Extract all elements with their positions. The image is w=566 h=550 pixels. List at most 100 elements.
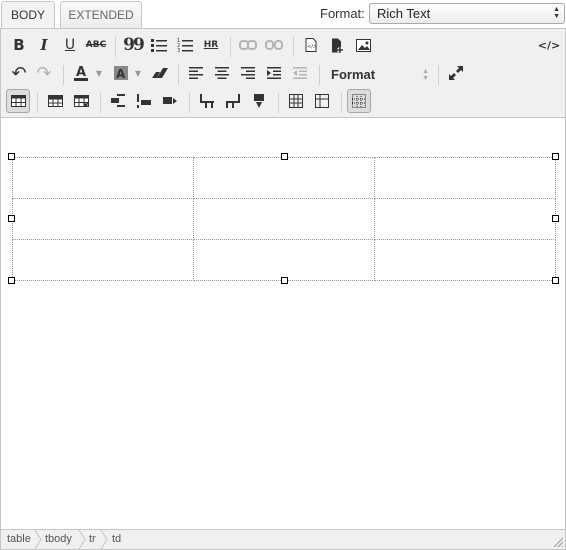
content-table[interactable] bbox=[12, 157, 556, 281]
fullscreen-button[interactable] bbox=[444, 61, 468, 85]
delete-table-button[interactable] bbox=[69, 89, 93, 113]
format-dropdown-label: Format bbox=[331, 67, 376, 82]
unlink-button[interactable] bbox=[262, 33, 286, 57]
align-left-button[interactable] bbox=[184, 61, 208, 85]
table-properties-button[interactable] bbox=[43, 89, 67, 113]
redo-icon: ↷ bbox=[36, 62, 52, 84]
source-code-button[interactable]: </> bbox=[536, 33, 562, 57]
background-color-button[interactable]: A bbox=[109, 61, 133, 85]
breadcrumb-table[interactable]: table bbox=[7, 533, 31, 545]
bold-button[interactable]: B bbox=[7, 33, 31, 57]
resize-handle[interactable] bbox=[8, 215, 15, 222]
cell-properties-button[interactable] bbox=[106, 89, 130, 113]
merge-cells-button[interactable] bbox=[132, 89, 156, 113]
insert-image-button[interactable] bbox=[351, 33, 375, 57]
breadcrumb-separator-icon bbox=[100, 530, 108, 549]
text-color-button[interactable]: A bbox=[69, 61, 93, 85]
code-file-icon: </> bbox=[305, 38, 317, 52]
format-dropdown[interactable]: Format ▲ ▼ bbox=[325, 63, 435, 87]
insert-column-button[interactable] bbox=[284, 89, 308, 113]
table-cell[interactable] bbox=[193, 198, 375, 240]
toolbar-separator bbox=[115, 37, 116, 57]
code-file-button[interactable]: </> bbox=[299, 33, 323, 57]
editor-content-area[interactable] bbox=[1, 118, 565, 529]
text-color-dropdown-button[interactable]: ▼ bbox=[92, 61, 106, 85]
table-cell[interactable] bbox=[374, 198, 556, 240]
background-color-dropdown-button[interactable]: ▼ bbox=[131, 61, 145, 85]
table-cell[interactable] bbox=[374, 239, 556, 281]
editor-toolbar: B I U ABC 99 123 HR </> </> ↶ ↷ A ▼ A ▼ … bbox=[1, 29, 565, 118]
blockquote-button[interactable]: 99 bbox=[121, 33, 145, 57]
align-center-button[interactable] bbox=[210, 61, 234, 85]
split-cells-button[interactable] bbox=[158, 89, 182, 113]
indent-button[interactable] bbox=[262, 61, 286, 85]
text-color-icon: A bbox=[74, 65, 88, 81]
outdent-icon bbox=[293, 67, 307, 79]
resize-handle[interactable] bbox=[552, 215, 559, 222]
grid-icon bbox=[289, 94, 303, 108]
align-right-button[interactable] bbox=[236, 61, 260, 85]
resize-grip-icon[interactable] bbox=[552, 536, 564, 548]
tab-body[interactable]: BODY bbox=[1, 1, 55, 30]
image-icon bbox=[355, 38, 371, 52]
eraser-icon bbox=[152, 68, 168, 78]
breadcrumb-tbody[interactable]: tbody bbox=[45, 533, 72, 545]
italic-button[interactable]: I bbox=[32, 33, 56, 57]
align-left-icon bbox=[189, 67, 203, 79]
toolbar-separator bbox=[230, 37, 231, 57]
tab-extended[interactable]: EXTENDED bbox=[60, 1, 142, 29]
numbered-list-button[interactable]: 123 bbox=[173, 33, 197, 57]
undo-button[interactable]: ↶ bbox=[7, 61, 31, 85]
redo-button[interactable]: ↷ bbox=[32, 61, 56, 85]
svg-text:A: A bbox=[76, 65, 86, 80]
table-cell[interactable] bbox=[12, 239, 194, 281]
unlink-icon bbox=[265, 40, 283, 50]
tab-bar: BODY EXTENDED Format: Rich Text ▲ ▼ bbox=[0, 0, 566, 30]
breadcrumb-tr[interactable]: tr bbox=[89, 533, 96, 545]
horizontal-rule-button[interactable]: HR bbox=[199, 33, 223, 57]
table-row bbox=[12, 239, 556, 281]
format-select[interactable]: Rich Text ▲ ▼ bbox=[369, 3, 565, 24]
insert-row-after-button[interactable] bbox=[221, 89, 245, 113]
link-icon bbox=[239, 40, 257, 50]
link-button[interactable] bbox=[236, 33, 260, 57]
outdent-button[interactable] bbox=[288, 61, 312, 85]
resize-handle[interactable] bbox=[552, 153, 559, 160]
cell-properties-icon bbox=[111, 94, 125, 107]
clear-formatting-button[interactable] bbox=[148, 61, 172, 85]
table-cell[interactable] bbox=[12, 198, 194, 240]
bullet-list-icon bbox=[151, 39, 167, 52]
toolbar-row-1: B I U ABC 99 123 HR </> </> bbox=[1, 33, 565, 61]
fullscreen-icon bbox=[449, 66, 463, 80]
resize-handle[interactable] bbox=[8, 277, 15, 284]
table-cell[interactable] bbox=[12, 157, 194, 199]
table-button[interactable] bbox=[6, 89, 30, 113]
caret-down-icon: ▼ bbox=[95, 68, 103, 78]
table-properties-icon bbox=[47, 95, 63, 107]
table-cell[interactable] bbox=[374, 157, 556, 199]
table-cell[interactable] bbox=[193, 157, 375, 199]
underline-button[interactable]: U bbox=[58, 33, 82, 57]
undo-icon: ↶ bbox=[11, 62, 27, 84]
new-document-button[interactable] bbox=[325, 33, 349, 57]
insert-row-before-button[interactable] bbox=[195, 89, 219, 113]
resize-handle[interactable] bbox=[8, 153, 15, 160]
table-cell[interactable] bbox=[193, 239, 375, 281]
strikethrough-button[interactable]: ABC bbox=[84, 33, 108, 57]
delete-table-icon bbox=[73, 95, 89, 107]
breadcrumb-td[interactable]: td bbox=[112, 533, 121, 545]
bullet-list-button[interactable] bbox=[147, 33, 171, 57]
toolbar-separator bbox=[100, 93, 101, 113]
rich-text-editor: B I U ABC 99 123 HR </> </> ↶ ↷ A ▼ A ▼ … bbox=[0, 28, 566, 550]
insert-row-after-icon bbox=[226, 94, 240, 108]
background-color-icon: A bbox=[114, 66, 128, 80]
toolbar-row-3 bbox=[1, 89, 565, 117]
table-row bbox=[12, 198, 556, 240]
table-row bbox=[12, 157, 556, 199]
resize-handle[interactable] bbox=[281, 277, 288, 284]
show-blocks-button[interactable] bbox=[347, 89, 371, 113]
delete-column-button[interactable] bbox=[310, 89, 334, 113]
resize-handle[interactable] bbox=[281, 153, 288, 160]
delete-row-button[interactable] bbox=[247, 89, 271, 113]
resize-handle[interactable] bbox=[552, 277, 559, 284]
